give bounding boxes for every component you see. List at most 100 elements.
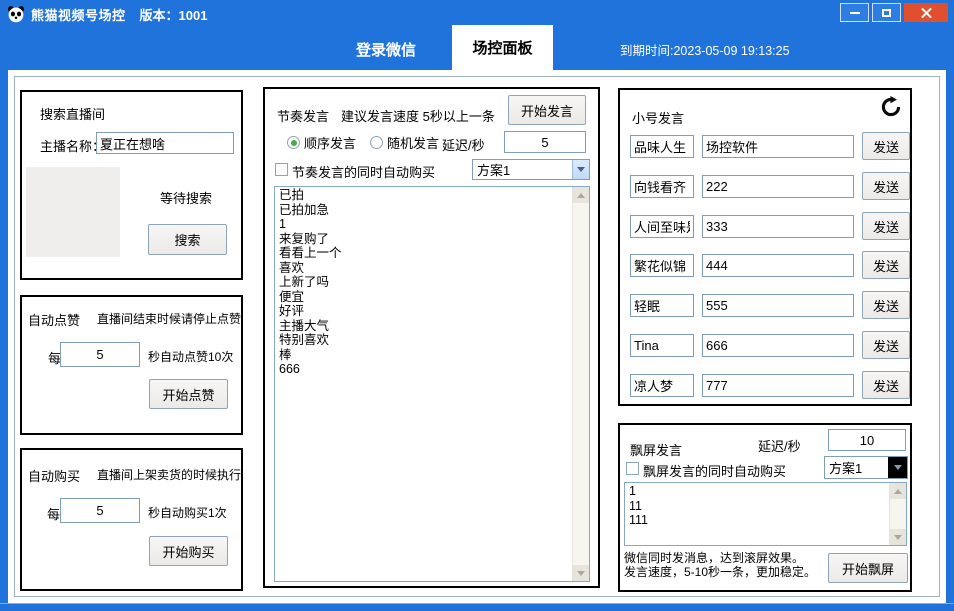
checkbox-unchecked-icon bbox=[275, 163, 288, 176]
alt-name-input[interactable] bbox=[630, 294, 694, 317]
rhythm-plan-value: 方案1 bbox=[473, 160, 572, 179]
rhythm-delay-label: 延迟/秒 bbox=[442, 135, 485, 154]
scroll-down-button[interactable] bbox=[890, 529, 906, 545]
rhythm-delay-input[interactable] bbox=[504, 131, 586, 153]
search-room-title: 搜索直播间 bbox=[40, 104, 105, 123]
float-messages-textarea[interactable]: 1 11 111 bbox=[624, 482, 907, 546]
panda-logo-icon bbox=[7, 5, 25, 23]
auto-buy-interval-input[interactable] bbox=[60, 498, 140, 523]
app-version: 版本：1001 bbox=[140, 5, 208, 24]
radio-selected-icon bbox=[287, 136, 300, 149]
send-button[interactable]: 发送 bbox=[862, 291, 910, 319]
rhythm-messages-text: 已拍 已拍加急 1 来复购了 看看上一个 喜欢 上新了吗 便宜 好评 主播大气 … bbox=[275, 187, 572, 581]
auto-buy-suffix: 秒自动购买1次 bbox=[148, 504, 227, 521]
alt-message-input[interactable] bbox=[702, 175, 854, 198]
tab-control-panel[interactable]: 场控面板 bbox=[452, 25, 553, 70]
rhythm-title: 节奏发言 bbox=[277, 106, 329, 125]
alt-account-title: 小号发言 bbox=[632, 108, 684, 127]
auto-buy-group: 自动购买 直播间上架卖货的时候执行 每 秒自动购买1次 开始购买 bbox=[20, 448, 243, 591]
alt-message-input[interactable] bbox=[702, 374, 854, 397]
search-room-group: 搜索直播间 主播名称： 等待搜索 搜索 bbox=[20, 90, 243, 280]
app-window: 熊猫视频号场控 版本：1001 登录微信 场控面板 到期时间:2023-05-0… bbox=[0, 0, 954, 611]
scroll-up-button[interactable] bbox=[573, 187, 589, 203]
radio-sequential-speech[interactable]: 顺序发言 bbox=[287, 133, 356, 152]
rhythm-autobuy-label: 节奏发言的同时自动购买 bbox=[292, 162, 435, 181]
search-status-text: 等待搜索 bbox=[160, 188, 212, 207]
alt-name-input[interactable] bbox=[630, 175, 694, 198]
start-float-button[interactable]: 开始飘屏 bbox=[828, 553, 908, 583]
minimize-icon bbox=[850, 12, 860, 14]
auto-buy-hint: 直播间上架卖货的时候执行 bbox=[97, 466, 241, 483]
scroll-down-icon bbox=[894, 535, 902, 540]
auto-like-suffix: 秒自动点赞10次 bbox=[148, 348, 233, 365]
window-controls bbox=[840, 3, 948, 22]
chevron-down-icon bbox=[894, 465, 902, 470]
float-screen-title: 飘屏发言 bbox=[630, 440, 682, 459]
alt-message-input[interactable] bbox=[702, 294, 854, 317]
send-button[interactable]: 发送 bbox=[862, 172, 910, 200]
minimize-button[interactable] bbox=[840, 3, 869, 22]
float-plan-value: 方案1 bbox=[825, 458, 888, 477]
chevron-down-icon bbox=[577, 167, 585, 172]
float-screen-group: 延迟/秒 飘屏发言 飘屏发言的同时自动购买 方案1 1 11 111 微信同时发… bbox=[618, 423, 912, 592]
alt-name-input[interactable] bbox=[630, 135, 694, 158]
search-button[interactable]: 搜索 bbox=[148, 224, 227, 255]
rhythm-plan-dropdown[interactable]: 方案1 bbox=[472, 159, 590, 180]
send-button[interactable]: 发送 bbox=[862, 132, 910, 160]
auto-like-interval-input[interactable] bbox=[60, 342, 140, 367]
float-autobuy-label: 飘屏发言的同时自动购买 bbox=[643, 461, 786, 480]
alt-name-input[interactable] bbox=[630, 334, 694, 357]
float-plan-dropdown[interactable]: 方案1 bbox=[824, 456, 908, 479]
rhythm-speech-group: 节奏发言 建议发言速度 5秒以上一条 开始发言 顺序发言 随机发言 延迟/秒 节… bbox=[263, 87, 600, 588]
main-content: 搜索直播间 主播名称： 等待搜索 搜索 自动点赞 直播间结束时候请停止点赞 每 … bbox=[8, 70, 946, 603]
alt-message-input[interactable] bbox=[702, 334, 854, 357]
start-speech-button[interactable]: 开始发言 bbox=[508, 95, 586, 125]
scroll-down-button[interactable] bbox=[573, 565, 589, 581]
window-bottom-frame bbox=[0, 603, 954, 611]
auto-like-hint: 直播间结束时候请停止点赞 bbox=[97, 310, 241, 327]
expiry-time-label: 到期时间:2023-05-09 19:13:25 bbox=[620, 28, 790, 70]
float-scrollbar[interactable] bbox=[889, 483, 906, 545]
alt-name-input[interactable] bbox=[630, 374, 694, 397]
refresh-icon[interactable] bbox=[880, 96, 902, 121]
alt-message-input[interactable] bbox=[702, 215, 854, 238]
checkbox-unchecked-icon bbox=[626, 462, 639, 475]
float-autobuy-checkbox[interactable]: 飘屏发言的同时自动购买 bbox=[626, 461, 786, 480]
maximize-icon bbox=[882, 9, 891, 17]
auto-buy-title: 自动购买 bbox=[28, 466, 80, 485]
start-buy-button[interactable]: 开始购买 bbox=[149, 536, 228, 566]
send-button[interactable]: 发送 bbox=[862, 251, 910, 279]
float-delay-label: 延迟/秒 bbox=[758, 436, 801, 455]
send-button[interactable]: 发送 bbox=[862, 371, 910, 399]
alt-account-group: 小号发言 发送 发送 发送 发送 bbox=[618, 88, 912, 406]
radio-unselected-icon bbox=[370, 136, 383, 149]
rhythm-messages-textarea[interactable]: 已拍 已拍加急 1 来复购了 看看上一个 喜欢 上新了吗 便宜 好评 主播大气 … bbox=[274, 186, 590, 582]
auto-buy-every-label: 每 bbox=[47, 504, 60, 523]
alt-name-input[interactable] bbox=[630, 254, 694, 277]
maximize-button[interactable] bbox=[872, 3, 901, 22]
scroll-down-icon bbox=[577, 571, 585, 576]
alt-message-input[interactable] bbox=[702, 254, 854, 277]
float-delay-input[interactable] bbox=[828, 429, 906, 451]
alt-message-input[interactable] bbox=[702, 135, 854, 158]
send-button[interactable]: 发送 bbox=[862, 212, 910, 240]
scroll-up-button[interactable] bbox=[890, 483, 906, 499]
radio-random-speech[interactable]: 随机发言 bbox=[370, 133, 439, 152]
dropdown-arrow-button[interactable] bbox=[888, 457, 907, 478]
close-button[interactable] bbox=[904, 3, 948, 22]
float-note-line2: 发言速度，5-10秒一条，更加稳定。 bbox=[624, 563, 816, 580]
alt-name-input[interactable] bbox=[630, 215, 694, 238]
radio-random-label: 随机发言 bbox=[387, 133, 439, 152]
radio-sequential-label: 顺序发言 bbox=[304, 133, 356, 152]
send-button[interactable]: 发送 bbox=[862, 331, 910, 359]
rhythm-autobuy-checkbox[interactable]: 节奏发言的同时自动购买 bbox=[275, 162, 435, 181]
scroll-up-icon bbox=[894, 489, 902, 494]
auto-like-title: 自动点赞 bbox=[28, 310, 80, 329]
room-thumbnail-placeholder bbox=[26, 167, 120, 257]
dropdown-arrow-button[interactable] bbox=[572, 160, 589, 179]
rhythm-scrollbar[interactable] bbox=[572, 187, 589, 581]
host-name-input[interactable] bbox=[96, 132, 234, 154]
start-like-button[interactable]: 开始点赞 bbox=[149, 379, 228, 409]
tab-login-wechat[interactable]: 登录微信 bbox=[330, 28, 442, 70]
auto-like-group: 自动点赞 直播间结束时候请停止点赞 每 秒自动点赞10次 开始点赞 bbox=[20, 295, 243, 435]
